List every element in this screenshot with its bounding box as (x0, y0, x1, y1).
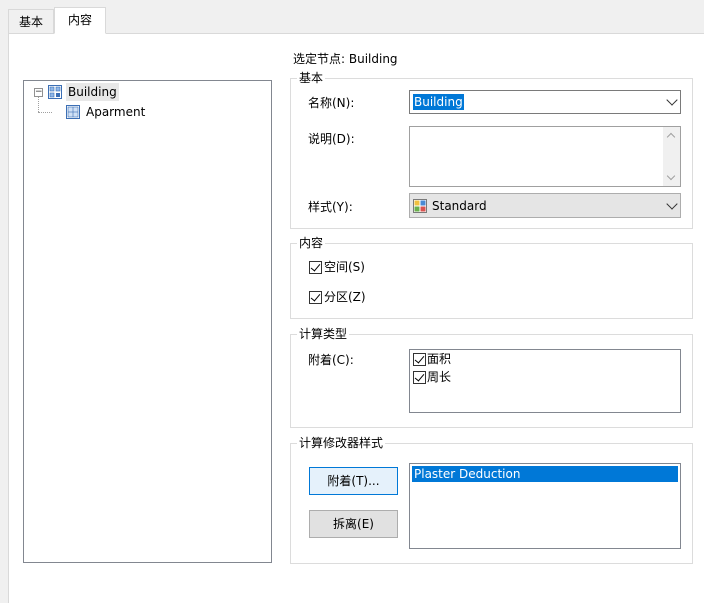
area-checkbox-label[interactable]: 面积 (427, 351, 451, 367)
list-item[interactable]: Plaster Deduction (412, 466, 678, 482)
tree-node-apartment-label: Aparment (86, 105, 146, 119)
name-label: 名称(N): (308, 96, 355, 110)
collapse-icon[interactable]: − (34, 88, 43, 97)
tree-node-building-label: Building (66, 83, 119, 101)
calc-attach-label: 附着(C): (308, 353, 354, 367)
tab-content[interactable]: 内容 (54, 7, 106, 34)
tab-content-label: 内容 (67, 13, 92, 27)
calc-type-list[interactable]: 面积 周长 (409, 349, 681, 413)
description-label: 说明(D): (308, 132, 355, 146)
group-calc-type-title: 计算类型 (297, 327, 350, 341)
space-checkbox-label[interactable]: 空间(S) (324, 259, 365, 275)
zone-checkbox-label[interactable]: 分区(Z) (324, 289, 366, 305)
space-tree[interactable]: − Building Aparment (23, 80, 272, 563)
scroll-down-icon[interactable] (666, 171, 676, 181)
modifier-list[interactable]: Plaster Deduction (409, 463, 681, 549)
style-combo[interactable]: Standard (409, 193, 681, 218)
style-value: Standard (432, 199, 487, 213)
selected-node-label: 选定节点: Building (293, 52, 398, 66)
building-icon (48, 85, 62, 99)
name-value: Building (413, 94, 464, 110)
group-content (290, 243, 693, 319)
area-checkbox[interactable] (413, 353, 426, 366)
group-modifier-title: 计算修改器样式 (297, 436, 386, 450)
perimeter-checkbox-label[interactable]: 周长 (427, 369, 451, 385)
chevron-down-icon[interactable] (666, 197, 678, 210)
detach-button[interactable]: 拆离(E) (309, 510, 398, 538)
tree-connector-h (38, 112, 52, 113)
tab-basic-label: 基本 (18, 15, 43, 29)
style-label: 样式(Y): (308, 200, 353, 214)
description-field[interactable] (409, 126, 681, 187)
zone-checkbox[interactable] (309, 291, 322, 304)
apartment-icon (66, 105, 80, 119)
scroll-up-icon[interactable] (666, 132, 676, 142)
chevron-down-icon[interactable] (666, 94, 678, 106)
group-basic-title: 基本 (297, 71, 326, 85)
perimeter-checkbox[interactable] (413, 371, 426, 384)
tree-connector (38, 97, 39, 112)
tab-basic[interactable]: 基本 (8, 9, 54, 33)
name-combo[interactable]: Building (409, 90, 681, 114)
attach-button[interactable]: 附着(T)... (309, 467, 398, 495)
style-icon (413, 199, 427, 213)
space-checkbox[interactable] (309, 261, 322, 274)
group-content-title: 内容 (297, 236, 326, 250)
description-scrollbar[interactable] (663, 127, 680, 186)
